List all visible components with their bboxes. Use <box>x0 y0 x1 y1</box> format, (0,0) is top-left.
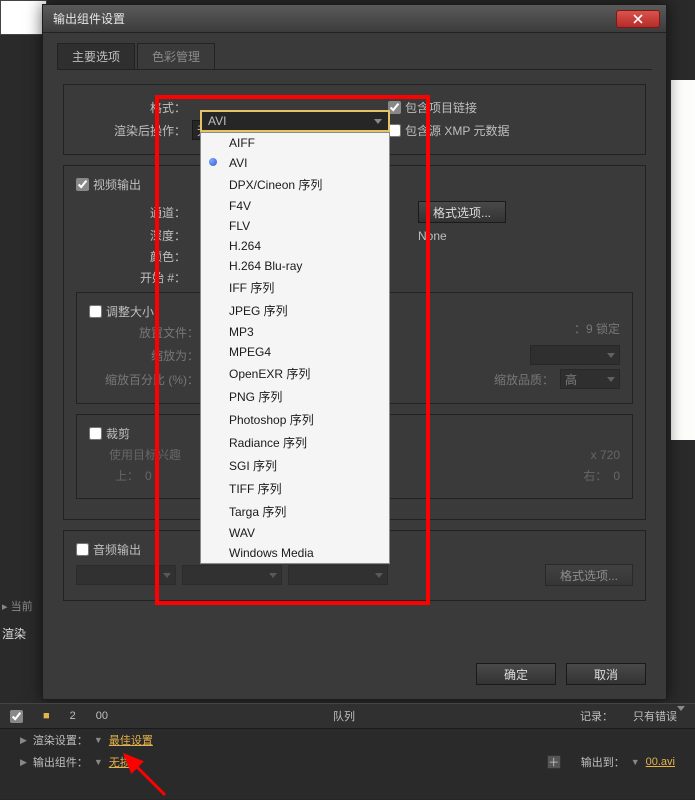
selected-bullet-icon <box>209 158 217 166</box>
format-option[interactable]: AVI <box>201 153 389 173</box>
chevron-down-icon <box>677 706 685 723</box>
current-label: ▸ 当前 <box>2 598 33 614</box>
scale-quality-label: 缩放品质： <box>494 371 554 388</box>
render-button-side[interactable]: 渲染 <box>2 625 26 639</box>
scale-quality-select: 高 <box>560 369 620 389</box>
color-label: 颜色： <box>76 248 186 265</box>
cancel-button[interactable]: 取消 <box>566 663 646 685</box>
crop-top-value: 0 <box>145 469 152 483</box>
audio-rate-select <box>76 565 176 585</box>
scale-select <box>530 345 620 365</box>
format-option[interactable]: TIFF 序列 <box>201 477 389 500</box>
audio-format-options-button: 格式选项... <box>545 564 633 586</box>
crop-target-dims: x 720 <box>591 448 620 462</box>
scale-pct-label: 缩放百分比 (%)： <box>89 371 199 388</box>
output-module-label: 输出组件： <box>33 754 88 770</box>
format-select-value: AVI <box>208 114 226 128</box>
expand-icon[interactable]: ▶ <box>20 735 27 746</box>
chevron-down-icon[interactable]: ▼ <box>94 735 103 745</box>
record-label: 记录： <box>580 708 613 724</box>
format-option[interactable]: Radiance 序列 <box>201 431 389 454</box>
audio-depth-select <box>182 565 282 585</box>
chevron-down-icon <box>163 573 171 578</box>
format-option[interactable]: FLV <box>201 216 389 236</box>
expand-icon[interactable]: ▶ <box>20 757 27 768</box>
adjust-size-input[interactable] <box>89 305 102 318</box>
tab-strip: 主要选项 色彩管理 <box>43 33 666 70</box>
format-option[interactable]: IFF 序列 <box>201 276 389 299</box>
crop-top-label: 上： <box>89 467 139 484</box>
record-select[interactable]: 只有错误 <box>633 708 685 724</box>
format-option[interactable]: Windows Media <box>201 543 389 563</box>
format-option[interactable]: Targa 序列 <box>201 500 389 523</box>
render-queue-header: ■ 2 00 队列 记录： 只有错误 <box>0 703 695 729</box>
render-settings-link[interactable]: 最佳设置 <box>109 732 153 748</box>
format-option[interactable]: DPX/Cineon 序列 <box>201 173 389 196</box>
crop-right-label: 右： <box>583 467 607 484</box>
depth-value: None <box>418 229 447 243</box>
queue-col-num: 2 <box>70 710 76 722</box>
format-option[interactable]: SGI 序列 <box>201 454 389 477</box>
format-option[interactable]: F4V <box>201 196 389 216</box>
format-option[interactable]: WAV <box>201 523 389 543</box>
format-select[interactable]: AVI <box>200 110 390 132</box>
format-option[interactable]: MP3 <box>201 322 389 342</box>
video-output-input[interactable] <box>76 178 89 191</box>
audio-output-input[interactable] <box>76 543 89 556</box>
format-option[interactable]: Photoshop 序列 <box>201 408 389 431</box>
ok-button[interactable]: 确定 <box>476 663 556 685</box>
dialog-titlebar: 输出组件设置 <box>43 5 666 33</box>
chevron-down-icon <box>269 573 277 578</box>
chevron-down-icon <box>607 353 615 358</box>
format-dropdown-list[interactable]: AIFFAVIDPX/Cineon 序列F4VFLVH.264H.264 Blu… <box>200 132 390 564</box>
place-file-label: 放置文件： <box>89 324 199 341</box>
chevron-down-icon <box>374 119 382 124</box>
format-label: 格式： <box>76 99 186 116</box>
render-queue-panel: ■ 2 00 队列 记录： 只有错误 ▶ 渲染设置： ▼ 最佳设置 ▶ 输出组件… <box>0 703 695 799</box>
include-xmp-checkbox[interactable]: 包含源 XMP 元数据 <box>388 122 509 139</box>
add-output-module-button[interactable]: ＋ <box>547 755 561 769</box>
close-button[interactable] <box>616 10 660 28</box>
project-thumbnail <box>0 0 47 35</box>
queue-col-status: 队列 <box>128 708 560 724</box>
tab-color-management[interactable]: 色彩管理 <box>137 43 215 69</box>
dialog-title: 输出组件设置 <box>53 10 616 27</box>
format-options-button[interactable]: 格式选项... <box>418 201 506 223</box>
depth-label: 深度： <box>76 227 186 244</box>
render-settings-label: 渲染设置： <box>33 732 88 748</box>
close-icon <box>633 14 643 24</box>
chevron-down-icon <box>607 377 615 382</box>
post-render-label: 渲染后操作： <box>76 122 186 139</box>
audio-chan-select <box>288 565 388 585</box>
format-option[interactable]: PNG 序列 <box>201 385 389 408</box>
chevron-down-icon <box>375 573 383 578</box>
start-hash-label: 开始 #： <box>76 269 186 286</box>
format-option[interactable]: OpenEXR 序列 <box>201 362 389 385</box>
preview-panel-edge <box>670 80 695 440</box>
chevron-down-icon[interactable]: ▼ <box>94 757 103 767</box>
format-option[interactable]: MPEG4 <box>201 342 389 362</box>
chevron-down-icon[interactable]: ▼ <box>631 757 640 767</box>
output-to-link[interactable]: 00.avi <box>646 756 675 768</box>
crop-target-label: 使用目标兴趣 <box>109 446 181 463</box>
queue-item-checkbox[interactable] <box>10 710 23 723</box>
format-option[interactable]: H.264 Blu-ray <box>201 256 389 276</box>
crop-right-value: 0 <box>613 469 620 483</box>
channels-label: 通道： <box>76 204 186 221</box>
dialog-button-row: 确定 取消 <box>43 653 666 699</box>
scale-label: 缩放为： <box>89 347 199 364</box>
crop-input[interactable] <box>89 427 102 440</box>
queue-col-name: 00 <box>96 710 108 722</box>
output-to-label: 输出到： <box>581 754 625 770</box>
format-option[interactable]: AIFF <box>201 133 389 153</box>
include-project-link-checkbox[interactable]: 包含项目链接 <box>388 99 477 116</box>
tab-main-options[interactable]: 主要选项 <box>57 43 135 69</box>
format-option[interactable]: JPEG 序列 <box>201 299 389 322</box>
output-module-link[interactable]: 无损 <box>109 754 131 770</box>
adjust-size-hint: ：9 锁定 <box>574 320 620 337</box>
format-option[interactable]: H.264 <box>201 236 389 256</box>
